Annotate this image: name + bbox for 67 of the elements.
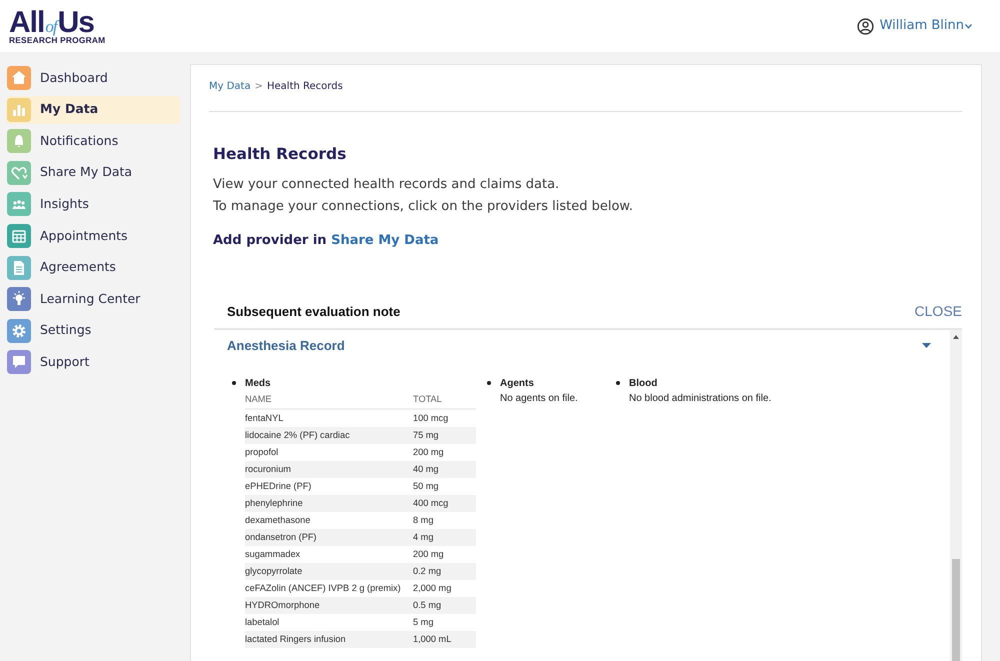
table-cell: 8 mg	[413, 512, 476, 530]
scrollbar-thumb[interactable]	[952, 558, 960, 661]
breadcrumb-current: Health Records	[267, 80, 343, 94]
sidebar-item[interactable]: Agreements	[6, 254, 180, 282]
table-cell: 50 mg	[413, 478, 476, 496]
logo-subtitle: RESEARCH PROGRAM	[9, 36, 106, 44]
page-title: Health Records	[213, 144, 348, 165]
bullet-icon	[616, 381, 620, 386]
table-cell: glycopyrrolate	[245, 563, 413, 580]
close-button[interactable]: CLOSE	[914, 300, 962, 322]
description-text: To manage your connections, click on the providers listed below.	[213, 198, 634, 216]
section-header[interactable]: Anesthesia Record	[227, 336, 940, 356]
section-title: Meds	[245, 377, 272, 392]
table-cell: 40 mg	[413, 461, 476, 478]
sidebar-item[interactable]: Learning Center	[6, 285, 180, 314]
table-cell: propofol	[245, 444, 413, 462]
sidebar-item[interactable]: Share My Data	[6, 158, 180, 187]
sidebar-item[interactable]: Appointments	[6, 222, 180, 250]
user-menu[interactable]: William Blinn	[850, 15, 978, 37]
column-header: NAME	[245, 391, 413, 410]
table-cell: 5 mg	[413, 614, 476, 632]
empty-message: No blood administrations on file.	[629, 392, 772, 406]
table-cell: HYDROmorphone	[245, 597, 413, 614]
sidebar-item[interactable]: Dashboard	[6, 64, 180, 92]
breadcrumb-link[interactable]: My Data	[209, 79, 251, 111]
table-cell: dexamethasone	[245, 512, 413, 530]
sidebar-item[interactable]: My Data	[6, 96, 180, 124]
note-title: Subsequent evaluation note	[227, 302, 400, 321]
bullet-icon	[487, 381, 491, 386]
sidebar-item[interactable]: Notifications	[6, 127, 180, 156]
table-cell: ePHEDrine (PF)	[245, 478, 413, 496]
table-cell: labetalol	[245, 614, 413, 632]
table-cell: 400 mcg	[413, 495, 476, 512]
logo-text: All	[9, 8, 44, 38]
table-cell: phenylephrine	[245, 495, 413, 512]
share-my-data-link[interactable]: Share My Data	[331, 233, 439, 248]
breadcrumb-separator: >	[254, 80, 263, 94]
column-header: TOTAL	[413, 391, 476, 410]
table-cell: fentaNYL	[245, 409, 413, 428]
section-title: Agents	[500, 377, 535, 392]
section-title: Blood	[629, 377, 658, 392]
table-cell: 200 mg	[413, 546, 476, 564]
table-cell: 2,000 mg	[413, 580, 476, 598]
description-text: View your connected health records and claims data.	[213, 176, 560, 194]
table-cell: 0.2 mg	[413, 563, 476, 580]
scrollbar[interactable]	[950, 330, 962, 661]
table-cell: ondansetron (PF)	[245, 529, 413, 546]
table-cell: sugammadex	[245, 546, 413, 564]
table-cell: lactated Ringers infusion	[245, 631, 413, 648]
add-provider-text: Add provider in Share My Data	[213, 232, 440, 250]
table-cell: 1,000 mL	[413, 631, 476, 648]
table-cell: 0.5 mg	[413, 597, 476, 614]
table-cell: 4 mg	[413, 529, 476, 546]
sidebar-item[interactable]: Insights	[6, 190, 180, 218]
table-cell: rocuronium	[245, 461, 413, 478]
table-cell: 100 mcg	[413, 409, 476, 428]
table-cell: ceFAZolin (ANCEF) IVPB 2 g (premix)	[245, 580, 413, 598]
sidebar-item[interactable]: Settings	[6, 316, 180, 345]
table-cell: 200 mg	[413, 444, 476, 462]
bullet-icon	[232, 381, 236, 386]
table-cell: 75 mg	[413, 427, 476, 444]
table-cell: lidocaine 2% (PF) cardiac	[245, 427, 413, 444]
empty-message: No agents on file.	[500, 392, 578, 406]
sidebar-item[interactable]: Support	[6, 348, 180, 376]
caret-icon	[965, 24, 972, 28]
user-icon	[856, 18, 874, 34]
logo-text: of	[45, 18, 57, 35]
